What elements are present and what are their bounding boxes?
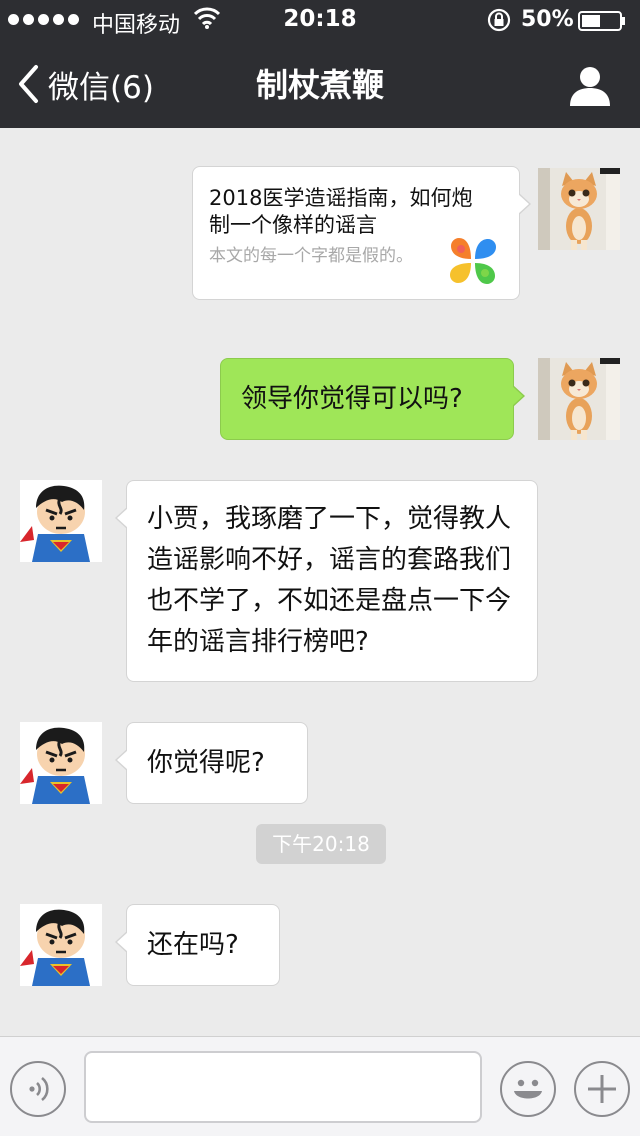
superman-icon [20,480,102,562]
link-description: 本文的每一个字都是假的。 [209,246,413,266]
nav-bar: 微信(6) 制杖煮鞭 [0,40,640,128]
carrier-name: 中国移动 [92,13,181,38]
voice-input-button[interactable] [10,1061,66,1117]
superman-avatar[interactable] [20,904,102,986]
rotation-lock-icon [487,8,511,32]
signal-strength-icon [8,14,79,25]
smiley-icon [514,1079,542,1099]
text-message[interactable]: 小贾，我琢磨了一下，觉得教人造谣影响不好，谣言的套路我们也不学了，不如还是盘点一… [115,480,538,682]
superman-icon [20,722,102,804]
superman-avatar[interactable] [20,480,102,562]
link-title: 2018医学造谣指南，如何炮制一个像样的谣言 [209,186,473,237]
kitten-avatar[interactable] [538,358,620,440]
kitten-icon [538,168,620,250]
chat-screen: 中国移动 20:18 50% 微信(6) 制杖煮鞭 2018医学造谣指南，如何炮… [0,0,640,1136]
battery-percent: 50% [521,7,574,32]
chevron-left-icon [19,65,38,103]
more-options-button[interactable] [574,1061,630,1117]
superman-avatar[interactable] [20,722,102,804]
message-text: 还在吗? [147,930,239,960]
back-button[interactable]: 微信(6) [16,60,154,108]
message-list[interactable]: 2018医学造谣指南，如何炮制一个像样的谣言 本文的每一个字都是假的。 领导你觉… [0,128,640,1036]
status-bar: 中国移动 20:18 50% [0,0,640,40]
kitten-avatar[interactable] [538,168,620,250]
link-card-message[interactable]: 2018医学造谣指南，如何炮制一个像样的谣言 本文的每一个字都是假的。 [192,166,531,300]
input-bar [0,1036,640,1136]
message-timestamp: 下午20:18 [256,824,386,864]
back-label: 微信(6) [48,69,154,106]
voice-icon [29,1076,49,1102]
superman-icon [20,904,102,986]
wifi-icon [194,7,220,29]
text-message[interactable]: 还在吗? [115,904,280,986]
colorful-flower-app-icon [450,238,496,284]
emoji-button[interactable] [500,1061,556,1117]
battery-icon [578,11,625,31]
kitten-icon [538,358,620,440]
message-text: 你觉得呢? [147,748,265,778]
chat-info-button[interactable] [566,62,614,110]
text-message[interactable]: 领导你觉得可以吗? [220,358,525,440]
plus-icon [588,1075,616,1103]
message-input[interactable] [84,1051,482,1123]
text-message[interactable]: 你觉得呢? [115,722,308,804]
message-text: 领导你觉得可以吗? [241,384,463,414]
message-text: 小贾，我琢磨了一下，觉得教人造谣影响不好，谣言的套路我们也不学了，不如还是盘点一… [147,504,512,657]
